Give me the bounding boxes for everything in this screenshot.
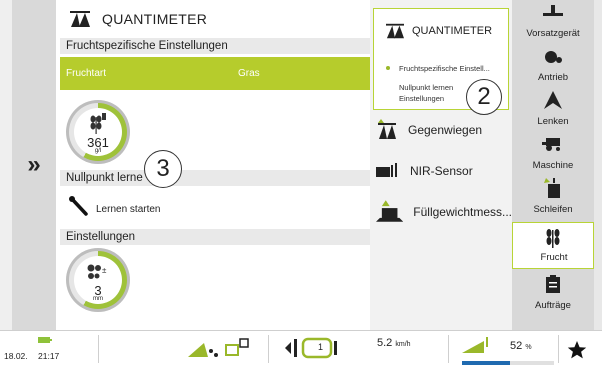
tab-header-attachment[interactable]: Vorsatzgerät	[512, 0, 594, 44]
menu-item-counterweigh[interactable]: Gegenwiegen	[376, 115, 512, 145]
steering-icon	[544, 91, 562, 109]
category-tab-bar: Vorsatzgerät Antrieb Lenken Maschine Sch…	[512, 0, 594, 330]
fill-weight-icon	[376, 200, 404, 222]
scale-weigh-icon	[378, 119, 396, 139]
harvester-icon	[542, 138, 560, 151]
crop-type-label: Fruchtart	[66, 68, 107, 79]
callout-badge-3: 3	[144, 150, 182, 188]
tab-scrollbar[interactable]	[594, 0, 602, 330]
submenu-item-crop-settings[interactable]: Fruchtspezifische Einstell...	[399, 64, 490, 73]
tab-drive[interactable]: Antrieb	[512, 44, 594, 88]
tab-label: Lenken	[537, 116, 569, 127]
menu-item-label: Gegenwiegen	[408, 123, 483, 137]
divider	[448, 335, 449, 363]
clipboard-icon	[546, 275, 560, 293]
gear-value: 1	[318, 342, 324, 352]
menu-item-fill-weight[interactable]: Füllgewichtmess...	[376, 197, 512, 227]
density-unit: g/l	[94, 148, 102, 154]
divider	[98, 335, 99, 363]
submenu-item-settings-label: Einstellungen	[399, 94, 445, 103]
nir-sensor-icon	[376, 163, 397, 177]
learn-start-label: Lernen starten	[96, 204, 161, 215]
tab-label: Vorsatzgerät	[526, 28, 580, 39]
menu-item-label: NIR-Sensor	[410, 164, 473, 178]
wrench-icon	[69, 196, 88, 216]
drive-wheel-icon	[545, 51, 562, 63]
svg-text:±: ±	[102, 266, 107, 275]
speed-unit: km/h	[395, 341, 411, 348]
tab-label: Maschine	[532, 160, 574, 171]
tab-jobs[interactable]: Aufträge	[512, 272, 594, 316]
crop-type-value: Gras	[238, 68, 260, 79]
status-date-time: 18.02. 21:17	[4, 351, 59, 361]
callout-badge-2: 2	[466, 79, 502, 115]
tab-machine[interactable]: Maschine	[512, 132, 594, 176]
tab-steering[interactable]: Lenken	[512, 88, 594, 132]
density-gauge[interactable]: 361 g/l	[66, 100, 130, 164]
screen: » QUANTIMETER Fruchtspezifische Einstell…	[0, 0, 602, 367]
gap-unit: mm	[93, 296, 103, 302]
speed-readout: 5.2 km/h	[377, 337, 411, 349]
tab-crop[interactable]: Frucht	[512, 222, 594, 269]
submenu-quantimeter[interactable]: QUANTIMETER Fruchtspezifische Einstell..…	[373, 8, 509, 115]
crop-grain-icon	[546, 229, 560, 248]
tab-label: Schleifen	[533, 204, 573, 215]
scale-icon	[70, 11, 90, 27]
menu-item-nir-sensor[interactable]: NIR-Sensor	[376, 156, 512, 186]
speed-value: 5.2	[377, 337, 393, 349]
menu-item-label: Füllgewichtmess...	[413, 205, 512, 219]
fill-level-readout: 52 %	[510, 340, 532, 352]
status-date: 18.02.	[4, 351, 28, 361]
divider	[268, 335, 269, 363]
tab-label: Frucht	[540, 252, 568, 263]
double-chevron-right-icon: »	[27, 151, 41, 178]
main-panel: QUANTIMETER Fruchtspezifische Einstellun…	[60, 0, 370, 330]
left-edge-strip	[0, 0, 12, 330]
selected-dot-icon	[386, 66, 390, 70]
expand-panel-button[interactable]: »	[12, 0, 56, 330]
grinding-icon	[544, 178, 560, 198]
learn-start-row[interactable]: Lernen starten	[60, 189, 370, 225]
tab-label: Antrieb	[537, 72, 569, 83]
fill-level-unit: %	[525, 344, 532, 351]
section-settings-header: Einstellungen	[60, 229, 370, 245]
tab-grinding[interactable]: Schleifen	[512, 176, 594, 220]
gear-selector-icon[interactable]	[285, 336, 345, 360]
pellets-icon: ±	[87, 264, 107, 279]
fill-level-value: 52	[510, 340, 523, 352]
favorite-star-icon[interactable]	[567, 340, 587, 360]
status-time: 21:17	[38, 351, 60, 361]
submenu-title: QUANTIMETER	[412, 25, 493, 37]
submenu-item-zero-learn[interactable]: Nullpunkt lernen	[399, 83, 453, 92]
section-zero-header: Nullpunkt lerne	[60, 170, 370, 186]
submenu-panel: QUANTIMETER Fruchtspezifische Einstell..…	[370, 0, 512, 330]
crop-type-row[interactable]: Fruchtart Gras	[60, 57, 370, 90]
scale-icon	[386, 23, 404, 39]
grain-icon	[90, 113, 106, 134]
tab-label: Aufträge	[535, 300, 571, 311]
fill-level-icon	[462, 337, 488, 353]
gap-gauge[interactable]: ± 3 mm	[66, 248, 130, 312]
fill-level-bar	[462, 361, 554, 365]
page-title: QUANTIMETER	[102, 11, 208, 27]
header-attachment-icon	[543, 5, 563, 16]
battery-icon	[38, 337, 52, 343]
divider	[558, 335, 559, 363]
panel-header: QUANTIMETER	[60, 8, 370, 30]
auto-functions-icon[interactable]	[188, 337, 252, 359]
section-crop-header: Fruchtspezifische Einstellungen	[60, 38, 370, 54]
status-bar: 18.02. 21:17 1 5.2 km/h 52 %	[0, 330, 602, 367]
